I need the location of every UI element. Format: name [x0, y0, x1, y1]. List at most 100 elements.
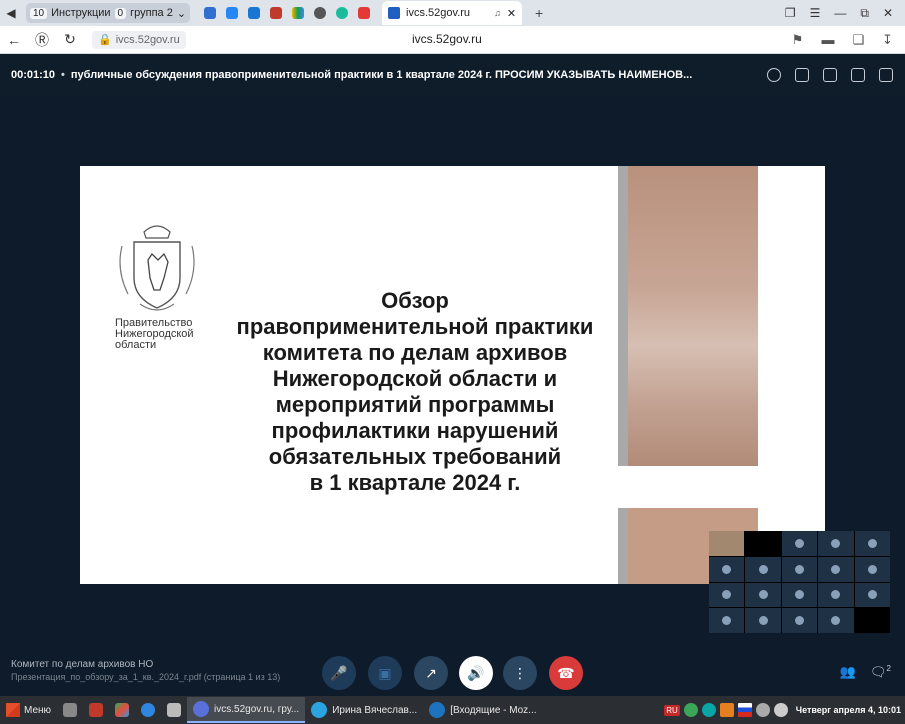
- files-app-icon[interactable]: [163, 700, 185, 720]
- close-icon[interactable]: ✕: [883, 6, 893, 21]
- participant-tile[interactable]: [745, 531, 781, 556]
- camera-app-icon[interactable]: [59, 700, 81, 720]
- user-icon: [831, 590, 841, 600]
- chat-toggle[interactable]: 🗨2: [870, 664, 891, 680]
- thunderbird-app-icon[interactable]: [137, 700, 159, 720]
- tab-group2-label: группа 2: [130, 7, 173, 19]
- bookmark-icon[interactable]: ⚑: [792, 32, 804, 48]
- user-icon: [722, 616, 732, 626]
- volume-icon[interactable]: [773, 703, 788, 717]
- photo-strip: [618, 166, 628, 466]
- address-bar: ← Ⓡ ↻ 🔒 ivcs.52gov.ru ivcs.52gov.ru ⚑ ▬ …: [0, 26, 905, 54]
- info-icon[interactable]: [767, 68, 781, 82]
- tray-package-icon[interactable]: [719, 703, 734, 717]
- chat-icon[interactable]: [851, 68, 865, 82]
- taskbar-task-mail[interactable]: [Входящие - Moz...: [423, 697, 542, 723]
- stats-icon[interactable]: [879, 68, 893, 82]
- url-field[interactable]: 🔒 ivcs.52gov.ru: [92, 30, 186, 49]
- tab-audio-icon[interactable]: ♫: [494, 8, 501, 18]
- conference-tools: [767, 68, 905, 82]
- conference-header: 00:01:10 • публичные обсуждения правопри…: [0, 54, 905, 96]
- slide-title: Обзор правоприменительной практики комит…: [210, 288, 620, 496]
- network-icon[interactable]: [755, 703, 770, 717]
- tab-favicon-colorful[interactable]: [288, 3, 308, 23]
- participants-grid[interactable]: [709, 531, 890, 633]
- system-clock[interactable]: Четверг апреля 4, 10:01: [796, 705, 901, 715]
- tab-group-label: Инструкции: [51, 7, 111, 19]
- participant-tile-self[interactable]: [709, 531, 745, 556]
- participant-tile[interactable]: [781, 608, 818, 633]
- menu-icon[interactable]: ☰: [810, 6, 821, 21]
- page-domain: ivcs.52gov.ru: [412, 32, 482, 46]
- back-icon[interactable]: ←: [0, 32, 28, 48]
- palette-app-icon[interactable]: [111, 700, 133, 720]
- end-call-button[interactable]: ☎: [549, 656, 583, 690]
- reload-icon[interactable]: ↻: [56, 31, 84, 48]
- more-options-button[interactable]: ⋮: [503, 656, 537, 690]
- kaspersky-icon[interactable]: [701, 703, 716, 717]
- taskbar-task-browser[interactable]: ivcs.52gov.ru, гру...: [187, 697, 306, 723]
- participant-tile[interactable]: [781, 531, 818, 556]
- folder-icon[interactable]: [795, 68, 809, 82]
- participant-tile[interactable]: [781, 556, 818, 582]
- toolbox-app-icon[interactable]: [85, 700, 107, 720]
- tab-favicon-gov[interactable]: [266, 3, 286, 23]
- slide-title-line: в 1 квартале 2024 г.: [309, 470, 521, 495]
- user-icon: [867, 538, 877, 548]
- restore-icon[interactable]: ⧉: [860, 6, 869, 21]
- participant-tile[interactable]: [854, 531, 890, 556]
- user-icon: [722, 590, 732, 600]
- tab-favicon-feather[interactable]: [200, 3, 220, 23]
- new-tab-button[interactable]: +: [528, 5, 550, 21]
- extensions-icon[interactable]: ❏: [852, 32, 864, 48]
- screen-icon[interactable]: [823, 68, 837, 82]
- participants-icon[interactable]: 👥: [840, 664, 856, 680]
- tabs-overview-icon[interactable]: ❐: [785, 6, 796, 21]
- participant-tile[interactable]: [854, 608, 890, 633]
- participant-tile[interactable]: [818, 608, 854, 633]
- taskbar-task-telegram[interactable]: Ирина Вячеслав...: [305, 697, 423, 723]
- flag-ru-icon[interactable]: [737, 703, 752, 717]
- participant-tile[interactable]: [745, 556, 781, 582]
- tab-favicon-green[interactable]: [332, 3, 352, 23]
- download-icon[interactable]: ↧: [882, 32, 893, 48]
- tab-group-instructions[interactable]: 10 Инструкции 0 группа 2 ⌄: [26, 3, 191, 23]
- start-menu-button[interactable]: Меню: [0, 703, 57, 717]
- share-screen-button[interactable]: ↗: [414, 656, 448, 690]
- minimize-icon[interactable]: —: [834, 6, 846, 21]
- active-browser-tab[interactable]: ivcs.52gov.ru ♫ ✕: [382, 1, 523, 25]
- keyboard-layout-indicator[interactable]: RU: [664, 704, 680, 716]
- camera-button[interactable]: ▣: [368, 656, 402, 690]
- side-panel-toggles: 👥 🗨2: [840, 664, 891, 680]
- participant-tile[interactable]: [745, 608, 781, 633]
- participant-tile[interactable]: [854, 556, 890, 582]
- chevron-down-icon[interactable]: ⌄: [177, 7, 186, 20]
- speaker-icon[interactable]: ◀: [0, 3, 22, 23]
- participant-tile[interactable]: [745, 582, 781, 608]
- participant-tile[interactable]: [818, 556, 854, 582]
- lock-icon: 🔒: [98, 34, 112, 46]
- participant-tile[interactable]: [818, 582, 854, 608]
- tab-favicon-arrow[interactable]: [310, 3, 330, 23]
- tab-favicon-red[interactable]: [354, 3, 374, 23]
- tab-close-icon[interactable]: ✕: [507, 7, 516, 20]
- telegram-icon: [311, 702, 328, 718]
- user-icon: [867, 590, 877, 600]
- yandex-icon[interactable]: Ⓡ: [28, 30, 56, 50]
- microphone-button[interactable]: 🎤: [322, 656, 356, 690]
- participant-tile[interactable]: [709, 582, 745, 608]
- menu-logo-icon: [6, 703, 20, 717]
- active-tab-title: ivcs.52gov.ru: [406, 7, 471, 19]
- participant-tile[interactable]: [854, 582, 890, 608]
- reader-icon[interactable]: ▬: [821, 32, 834, 47]
- tab-group2-count: 0: [114, 7, 127, 19]
- participant-tile[interactable]: [709, 608, 745, 633]
- user-icon: [794, 538, 804, 548]
- participant-tile[interactable]: [781, 582, 818, 608]
- tab-favicon-mail[interactable]: [244, 3, 264, 23]
- tab-favicon-vk[interactable]: [222, 3, 242, 23]
- participant-tile[interactable]: [709, 556, 745, 582]
- participant-tile[interactable]: [818, 531, 854, 556]
- tray-app-icon[interactable]: [683, 703, 698, 717]
- speaker-button[interactable]: 🔊: [459, 656, 493, 690]
